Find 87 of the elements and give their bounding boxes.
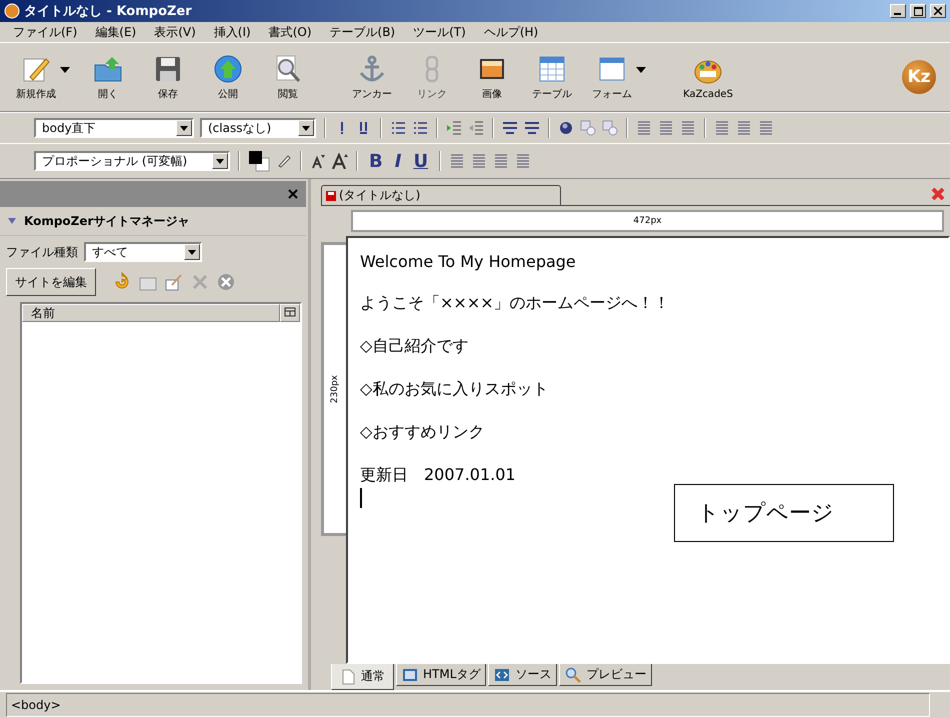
file-type-select[interactable]: すべて [84, 242, 202, 262]
toolbar-button[interactable]: 公開 [198, 53, 258, 101]
maximize-icon [914, 6, 922, 16]
paragraph: ◇自己紹介です [360, 336, 470, 357]
close-icon [934, 7, 942, 15]
menu-item[interactable]: 表示(V) [145, 24, 205, 40]
align-left-icon[interactable] [449, 153, 466, 169]
close-button[interactable] [930, 4, 946, 18]
highlight-pen-icon[interactable] [276, 153, 292, 169]
bulleted-list-icon[interactable] [412, 120, 428, 136]
toolbar-button[interactable]: テーブル [522, 53, 582, 101]
edit-site-button[interactable]: サイトを編集 [6, 268, 96, 296]
maximize-button[interactable] [910, 4, 926, 18]
layers-icon[interactable] [602, 120, 618, 136]
font-select[interactable]: プロポーショナル (可変幅) [34, 151, 230, 171]
panel-title: KompoZerサイトマネージャ [24, 212, 190, 230]
dropdown-caret-icon[interactable] [60, 67, 70, 73]
close-icon[interactable] [288, 189, 298, 199]
dropdown-arrow-icon [188, 250, 196, 254]
dropdown-arrow-icon [216, 158, 224, 164]
menu-item[interactable]: 挿入(I) [204, 24, 260, 40]
toolbar-button[interactable]: KaZcadeS [678, 54, 738, 100]
column-picker-icon[interactable] [280, 304, 300, 322]
toolbar-button[interactable]: 開く [78, 53, 138, 101]
document-tab[interactable]: (タイトルなし) [321, 185, 561, 205]
text-box: トップページ [674, 484, 894, 542]
paragraph: Welcome To My Homepage [360, 252, 577, 271]
menu-item[interactable]: 編集(E) [86, 24, 146, 40]
close-tab-icon[interactable] [930, 186, 946, 202]
save-status-icon [326, 190, 336, 200]
menu-item[interactable]: ヘルプ(H) [474, 24, 548, 40]
align-rule-right-icon[interactable] [524, 120, 540, 136]
view-mode-tab[interactable]: 通常 [331, 664, 394, 690]
paragraph-format-select[interactable]: body直下 [34, 118, 194, 138]
view-mode-tab[interactable]: HTMLタグ [396, 664, 486, 686]
toolbar-button[interactable]: 新規作成 [6, 53, 66, 101]
minimize-button[interactable] [890, 4, 906, 18]
align-rule-icon[interactable] [502, 120, 518, 136]
text-color-swatch[interactable] [248, 150, 270, 172]
align-right-icon[interactable] [493, 153, 510, 169]
app-logo: Kz [902, 60, 936, 94]
vertical-ruler: 230px [321, 242, 346, 536]
numbered-list-icon[interactable] [390, 120, 406, 136]
page-icon [340, 668, 356, 684]
code-icon [494, 666, 510, 682]
edit-icon[interactable] [164, 272, 184, 292]
toolbar-button[interactable]: 閲覧 [258, 53, 318, 101]
filter-label: ファイル種類 [6, 244, 78, 260]
toolbar-button[interactable]: フォーム [582, 53, 642, 101]
align-center-icon[interactable] [471, 153, 488, 169]
indent-icon[interactable] [446, 120, 462, 136]
globe-icon [212, 53, 244, 85]
toolbar-button[interactable]: アンカー [342, 53, 402, 101]
window-title: タイトルなし - KompoZer [24, 3, 193, 20]
app-icon [4, 3, 20, 19]
toolbar-button[interactable]: 画像 [462, 53, 522, 101]
text-cursor [360, 488, 362, 508]
view-mode-tab[interactable]: ソース [488, 664, 558, 686]
paragraph: ◇私のお気に入りスポット [360, 379, 550, 400]
paragraph: 更新日 2007.01.01 [360, 465, 517, 486]
text-style-button[interactable]: U [410, 150, 432, 172]
menu-item[interactable]: ツール(T) [404, 24, 475, 40]
status-text: <body> [6, 693, 930, 717]
stop-icon[interactable] [216, 272, 236, 292]
column-header[interactable]: 名前 [22, 304, 280, 322]
dropdown-arrow-icon [302, 126, 310, 130]
paragraph: ◇おすすめリンク [360, 422, 486, 443]
horizontal-ruler: 472px [351, 210, 944, 232]
paragraph: ようこそ「××××」のホームページへ！！ [360, 293, 671, 314]
menu-item[interactable]: ファイル(F) [4, 24, 86, 40]
tag-icon [402, 666, 418, 682]
layer-icon[interactable] [580, 120, 596, 136]
text-style-button[interactable]: I [392, 150, 404, 172]
dropdown-arrow-icon [180, 126, 188, 130]
grow-font-icon[interactable] [332, 153, 348, 169]
magnifier-icon [565, 666, 582, 682]
outdent-icon[interactable] [468, 120, 484, 136]
justify-icon[interactable] [515, 153, 532, 169]
toolbar-button[interactable]: 保存 [138, 53, 198, 101]
view-mode-tab[interactable]: プレビュー [559, 664, 652, 686]
collapse-triangle-icon[interactable] [8, 218, 16, 224]
class-select[interactable]: (classなし) [200, 118, 316, 138]
dropdown-caret-icon[interactable] [636, 67, 646, 73]
menu-item[interactable]: テーブル(B) [320, 24, 404, 40]
shrink-font-icon[interactable] [310, 153, 326, 169]
menu-item[interactable]: 書式(O) [260, 24, 321, 40]
text-style-button[interactable]: B [366, 150, 386, 172]
